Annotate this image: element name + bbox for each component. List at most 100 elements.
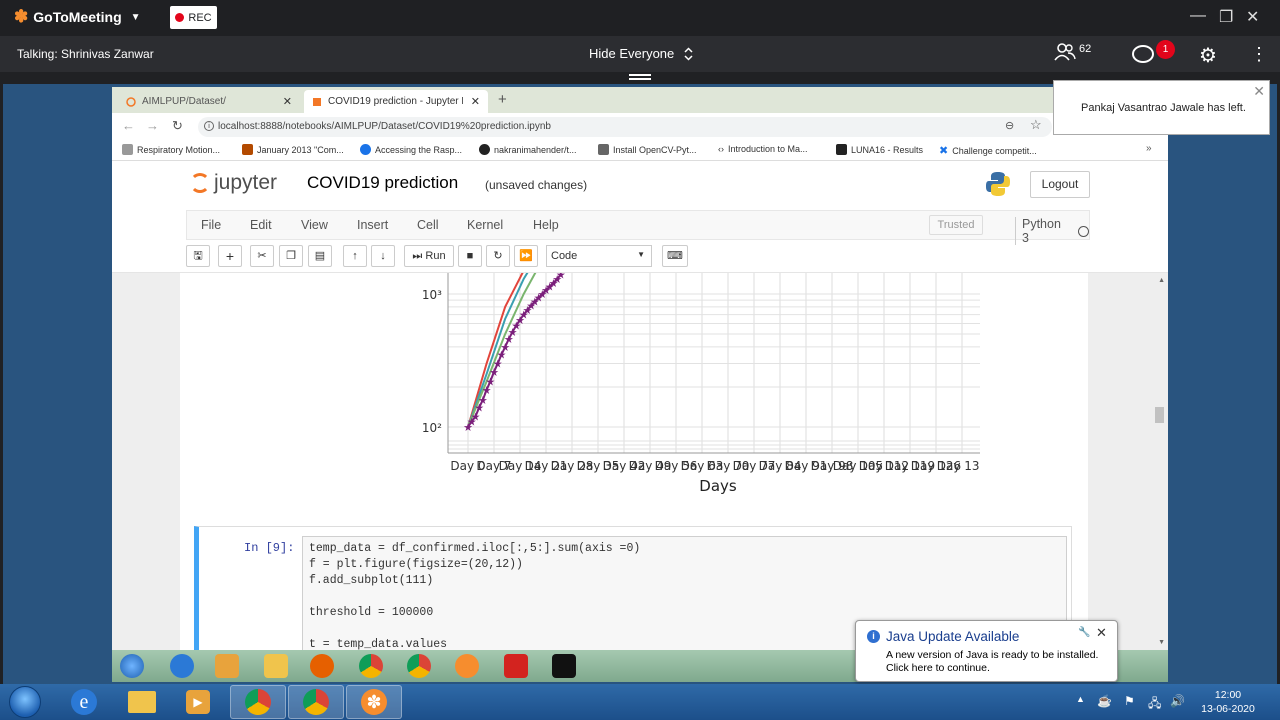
keyboard-icon[interactable]: ⌨ <box>662 245 688 267</box>
star-icon[interactable]: ☆ <box>1030 117 1042 133</box>
network-icon[interactable]: 🖧 <box>1148 694 1161 715</box>
gotomeeting-menu[interactable]: ✽ GoToMeeting ▼ <box>14 8 141 25</box>
taskbar-clock[interactable]: 12:00 13-06-2020 <box>1197 688 1259 716</box>
attendees-button[interactable]: 62 <box>1054 43 1091 61</box>
interrupt-icon[interactable]: ■ <box>458 245 482 267</box>
bookmark-item[interactable]: Respiratory Motion... <box>122 144 220 155</box>
menu-view[interactable]: View <box>301 218 328 232</box>
kernel-name[interactable]: Python 3 <box>1022 217 1070 245</box>
zoom-icon[interactable]: ⊖ <box>1005 119 1014 132</box>
drag-handle[interactable] <box>629 74 651 80</box>
hide-everyone-toggle[interactable]: Hide Everyone <box>589 46 693 61</box>
run-icon: ⏭ <box>412 250 423 262</box>
bookmark-item[interactable]: ‹› Introduction to Ma... <box>718 144 808 154</box>
move-down-icon[interactable]: ↓ <box>371 245 395 267</box>
bookmark-item[interactable]: nakranimahender/t... <box>479 144 577 155</box>
cell-prompt: In [9]: <box>244 541 295 555</box>
more-options-icon[interactable]: ⋮ <box>1250 44 1268 65</box>
taskbar-gotomeeting[interactable]: ✽ <box>346 685 402 719</box>
record-icon <box>175 13 185 22</box>
bookmark-item[interactable]: January 2013 "Com... <box>242 144 344 155</box>
notebook-title[interactable]: COVID19 prediction <box>307 173 458 193</box>
minimize-icon[interactable]: — <box>1190 7 1206 25</box>
restore-icon[interactable]: ❐ <box>1219 7 1233 27</box>
chrome-icon[interactable] <box>359 654 383 678</box>
java-tray-icon[interactable]: ☕ <box>1097 694 1112 708</box>
taskbar-media[interactable]: ▶ <box>170 685 226 719</box>
taskbar-explorer[interactable] <box>114 685 170 719</box>
media-player-icon[interactable] <box>215 654 239 678</box>
insert-cell-icon[interactable]: + <box>218 245 242 267</box>
jupyter-logo-text: jupyter <box>214 171 278 194</box>
cut-icon[interactable]: ✂ <box>250 245 274 267</box>
bookmark-item[interactable]: LUNA16 - Results <box>836 144 923 155</box>
close-icon[interactable]: ✕ <box>1246 7 1259 27</box>
new-tab-icon[interactable]: + <box>498 91 507 108</box>
restart-icon[interactable]: ↻ <box>486 245 510 267</box>
logout-button[interactable]: Logout <box>1030 171 1090 198</box>
restart-run-all-icon[interactable]: ⏩ <box>514 245 538 267</box>
acrobat-icon[interactable] <box>504 654 528 678</box>
forward-icon[interactable]: → <box>146 118 159 133</box>
command-prompt-icon[interactable] <box>552 654 576 678</box>
github-icon <box>479 144 490 155</box>
notebook-page: 10² 10³ Day 0 Day 7 Day 14 Day 21 Day 28 Day 35… <box>180 273 1088 656</box>
bookmark-label: nakranimahender/t... <box>494 144 577 155</box>
action-center-flag-icon[interactable]: ⚑ <box>1124 694 1135 708</box>
taskbar-ie[interactable]: e <box>56 685 112 719</box>
tab-label: AIMLPUP/Dataset/ <box>142 96 226 107</box>
chat-icon[interactable] <box>1132 45 1154 63</box>
copy-icon[interactable]: ❐ <box>279 245 303 267</box>
reload-icon[interactable]: ↻ <box>172 118 183 134</box>
python-logo-icon <box>986 172 1010 196</box>
trusted-indicator[interactable]: Trusted <box>929 215 983 235</box>
tab-covid19-prediction[interactable]: COVID19 prediction - Jupyter No ✕ <box>304 90 488 113</box>
bookmark-item[interactable]: ✖ Challenge competit... <box>939 144 1037 157</box>
show-hidden-icons[interactable]: ▲ <box>1076 694 1085 704</box>
tab-dataset[interactable]: AIMLPUP/Dataset/ ✕ <box>118 90 300 113</box>
menu-help[interactable]: Help <box>533 218 559 232</box>
rec-button[interactable]: REC <box>170 6 217 29</box>
move-up-icon[interactable]: ↑ <box>343 245 367 267</box>
bookmark-item[interactable]: Install OpenCV-Pyt... <box>598 144 697 155</box>
participant-left-toast: Pankaj Vasantrao Jawale has left. ✕ <box>1053 80 1270 135</box>
internet-explorer-icon[interactable] <box>170 654 194 678</box>
bookmark-item[interactable]: Accessing the Rasp... <box>360 144 462 155</box>
chrome-icon[interactable] <box>407 654 431 678</box>
menu-kernel[interactable]: Kernel <box>467 218 503 232</box>
taskbar-chrome-2[interactable] <box>288 685 344 719</box>
close-tab-icon[interactable]: ✕ <box>471 95 480 108</box>
more-bookmarks-icon[interactable]: » <box>1146 143 1152 154</box>
menu-cell[interactable]: Cell <box>417 218 439 232</box>
address-bar[interactable]: i localhost:8888/notebooks/AIMLPUP/Datas… <box>198 117 1052 137</box>
start-orb-icon[interactable] <box>120 654 144 678</box>
save-icon[interactable]: 🖫 <box>186 245 210 267</box>
menu-insert[interactable]: Insert <box>357 218 388 232</box>
cell-type-select[interactable]: Code ▼ <box>546 245 652 267</box>
gotomeeting-icon[interactable] <box>455 654 479 678</box>
scrollbar-thumb[interactable] <box>1155 407 1164 423</box>
run-button[interactable]: ⏭ Run <box>404 245 454 267</box>
info-icon[interactable]: i <box>204 121 214 131</box>
volume-icon[interactable]: 🔊 <box>1170 694 1185 708</box>
file-explorer-icon[interactable] <box>264 654 288 678</box>
close-icon[interactable]: ✕ <box>1096 625 1107 641</box>
scroll-up-icon[interactable]: ▲ <box>1158 277 1165 284</box>
paste-icon[interactable]: ▤ <box>308 245 332 267</box>
java-update-notification[interactable]: i Java Update Available A new version of… <box>855 620 1118 682</box>
jupyter-logo[interactable]: jupyter <box>190 171 277 195</box>
scroll-down-icon[interactable]: ▼ <box>1158 639 1165 646</box>
start-button[interactable] <box>9 686 41 718</box>
chevron-down-icon: ▼ <box>637 250 645 259</box>
gear-icon[interactable]: ⚙ <box>1199 43 1217 68</box>
back-icon[interactable]: ← <box>122 118 135 133</box>
pin-icon[interactable]: 🔧 <box>1078 627 1090 638</box>
clock-time: 12:00 <box>1214 689 1242 701</box>
close-icon[interactable]: ✕ <box>1253 83 1265 100</box>
notebook-body: 10² 10³ Day 0 Day 7 Day 14 Day 21 Day 28 Day 35… <box>112 273 1168 656</box>
close-tab-icon[interactable]: ✕ <box>283 95 292 108</box>
menu-file[interactable]: File <box>201 218 221 232</box>
firefox-icon[interactable] <box>310 654 334 678</box>
taskbar-chrome[interactable] <box>230 685 286 719</box>
menu-edit[interactable]: Edit <box>250 218 272 232</box>
